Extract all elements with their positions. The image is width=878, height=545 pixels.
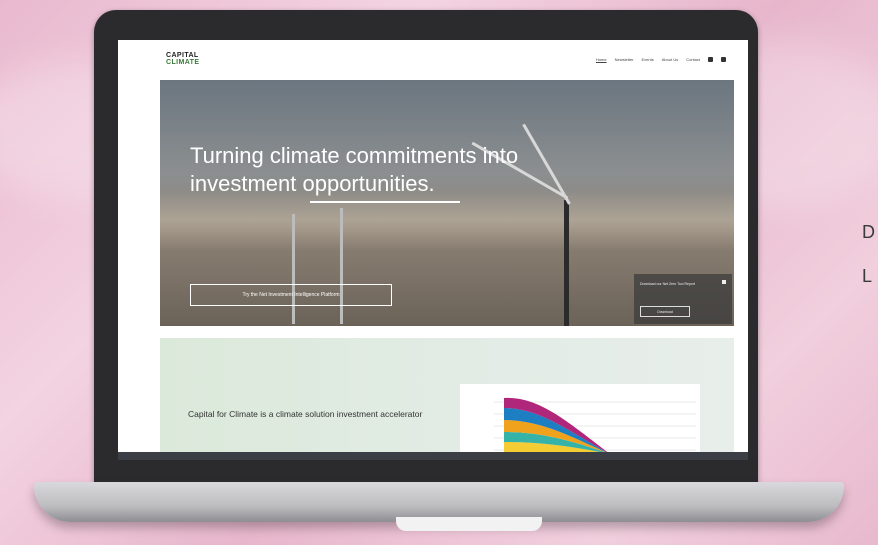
hero-banner: Turning climate commitments into investm… <box>160 80 734 326</box>
nav-about[interactable]: About Us <box>662 57 678 62</box>
intro-section: Capital for Climate is a climate solutio… <box>160 338 734 460</box>
site-logo[interactable]: CAPITAL CLIMATE <box>166 52 199 66</box>
hero-headline: Turning climate commitments into investm… <box>190 143 519 196</box>
laptop-screen: CAPITAL CLIMATE Home Newsletter Events A… <box>118 40 748 460</box>
stacked-area-chart <box>494 397 696 460</box>
site-header: CAPITAL CLIMATE Home Newsletter Events A… <box>118 40 748 78</box>
logo-line2: CLIMATE <box>166 59 200 66</box>
turbine-tower-icon <box>292 214 295 324</box>
platform-cta-button[interactable]: Try the Net Investment Intelligence Plat… <box>190 284 392 306</box>
side-letter-d: D <box>862 222 875 242</box>
popup-text: Download our Net Zero Tool Report <box>640 282 695 286</box>
popup-download-button[interactable]: Download <box>640 306 690 317</box>
close-icon[interactable] <box>722 280 726 284</box>
nav-events[interactable]: Events <box>642 57 654 62</box>
search-icon[interactable] <box>708 57 713 62</box>
side-letter-l: L <box>862 266 873 286</box>
chart-card <box>460 384 700 460</box>
nav-contact[interactable]: Contact <box>686 57 700 62</box>
headline-underline <box>310 201 460 203</box>
nav-home[interactable]: Home <box>596 57 607 62</box>
screen-bottom-bar <box>118 452 748 460</box>
main-nav: Home Newsletter Events About Us Contact <box>596 57 726 62</box>
user-icon[interactable] <box>721 57 726 62</box>
intro-text: Capital for Climate is a climate solutio… <box>188 409 423 419</box>
turbine-tower-icon <box>340 208 343 324</box>
turbine-tower-icon <box>564 200 569 326</box>
promo-popup: Download our Net Zero Tool Report Downlo… <box>634 274 732 324</box>
logo-line1: CAPITAL <box>166 52 199 59</box>
laptop-base <box>34 482 844 522</box>
hero-sky-glow <box>160 190 734 250</box>
nav-newsletter[interactable]: Newsletter <box>615 57 634 62</box>
laptop-hinge-notch <box>396 517 542 531</box>
